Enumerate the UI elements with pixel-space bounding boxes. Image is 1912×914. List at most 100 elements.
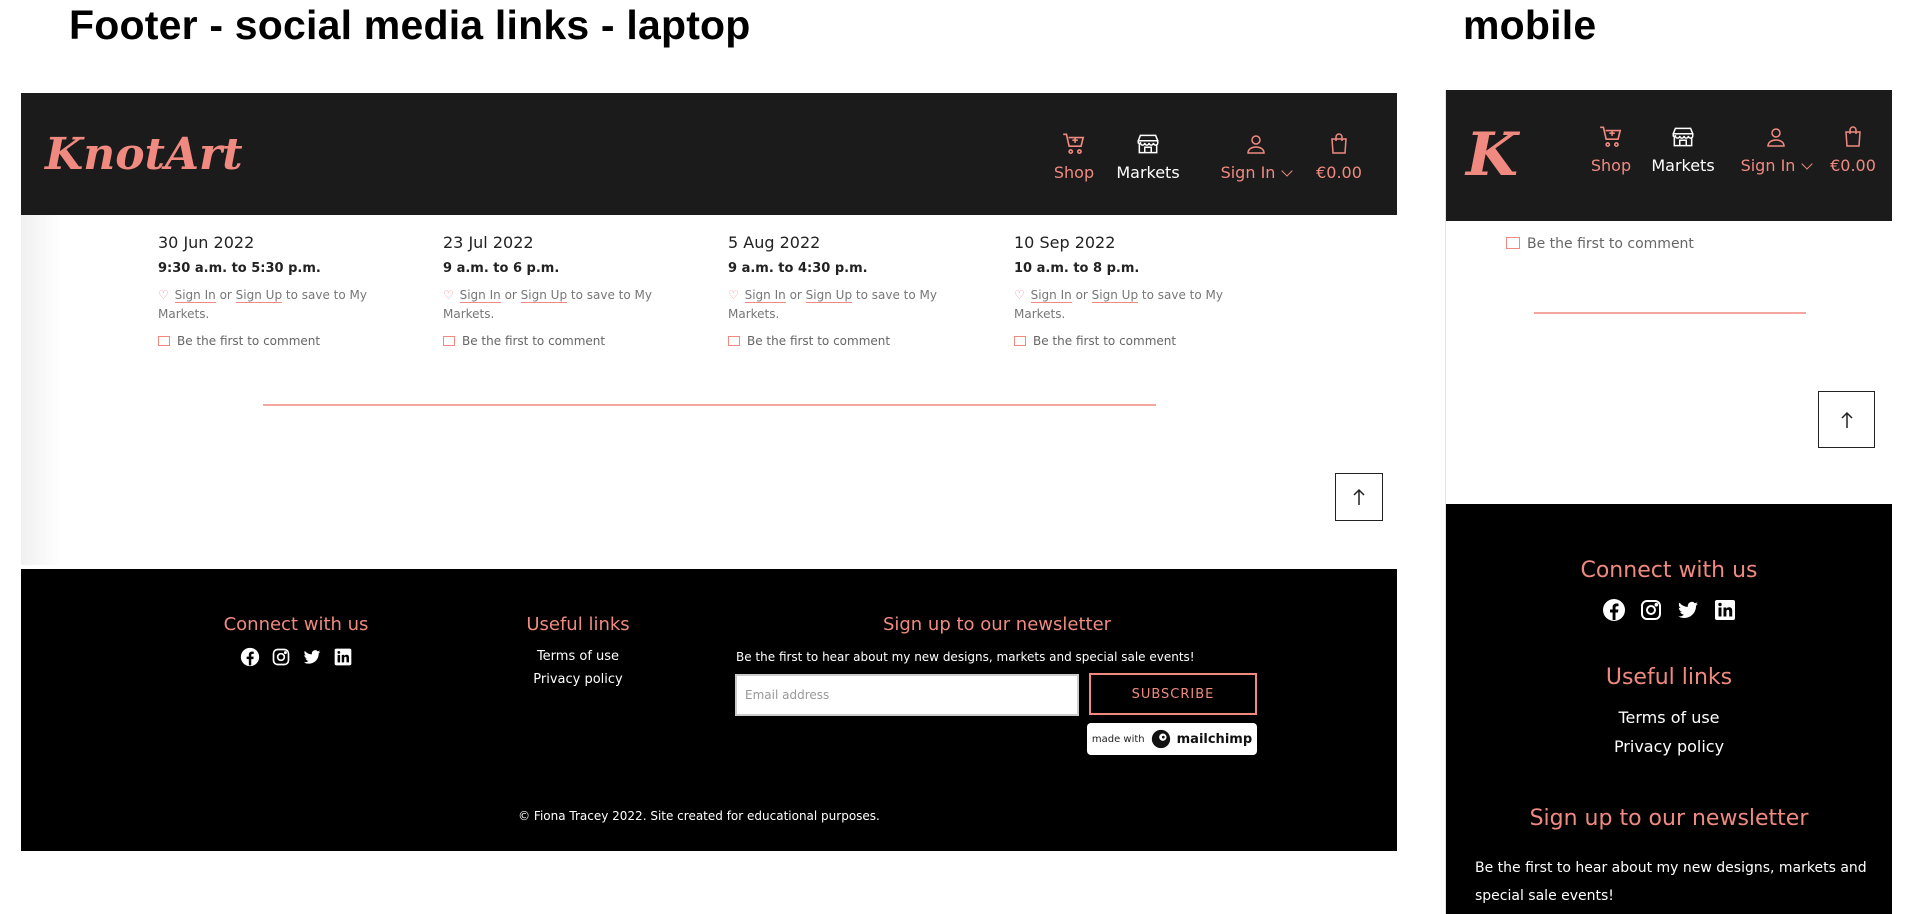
sign-up-link[interactable]: Sign Up [235,288,283,303]
newsletter-title: Sign up to our newsletter [1529,806,1809,831]
save-prompt: ♡ Sign In or Sign Up to save to My Marke… [1014,288,1223,321]
nav-shop[interactable]: Shop [1581,124,1641,175]
laptop-frame: KnotArt Shop Markets Sign In €0.00 30 Ju… [21,93,1397,851]
arrow-up-icon [1840,411,1853,428]
nav-markets-label: Markets [1116,163,1180,182]
store-icon [1672,127,1694,147]
facebook-icon[interactable] [240,647,260,667]
top-navbar-mobile: K Shop Markets Sign In €0.00 [1446,90,1892,221]
nav-sign-in[interactable]: Sign In [1721,124,1831,175]
instagram-icon[interactable] [271,647,291,667]
useful-links-section: Useful links Terms of use Privacy policy [493,614,663,687]
subscribe-button[interactable]: SUBSCRIBE [1089,673,1257,715]
nav-cart-total: €0.00 [1830,156,1876,175]
linkedin-icon[interactable] [333,647,353,667]
heart-icon[interactable]: ♡ [443,288,454,302]
sign-in-link[interactable]: Sign In [744,288,786,303]
heart-icon[interactable]: ♡ [728,288,739,302]
event-date: 10 Sep 2022 [1014,233,1116,252]
event-date: 30 Jun 2022 [158,233,255,252]
arrow-up-icon [1353,488,1365,505]
site-footer-mobile: Connect with us Useful links Terms of us… [1446,504,1892,914]
event-card: 10 Sep 2022 10 a.m. to 8 p.m. ♡ Sign In … [1014,233,1264,348]
twitter-icon[interactable] [1676,598,1700,622]
shopping-bag-icon [1845,126,1861,147]
user-icon [1767,128,1785,147]
heart-icon[interactable]: ♡ [1014,288,1025,302]
privacy-link[interactable]: Privacy policy [493,672,663,687]
nav-sign-in-label: Sign In [1220,163,1276,182]
cart-icon [1063,133,1085,155]
sign-up-link[interactable]: Sign Up [1091,288,1139,303]
event-date: 23 Jul 2022 [443,233,534,252]
event-card: 5 Aug 2022 9 a.m. to 4:30 p.m. ♡ Sign In… [728,233,978,348]
nav-sign-in-label: Sign In [1740,156,1796,175]
sign-up-link[interactable]: Sign Up [805,288,853,303]
comment-icon [1014,336,1026,346]
mobile-frame: K Shop Markets Sign In €0.00 Be the firs… [1445,90,1892,914]
mailchimp-made-with: made with [1091,733,1145,745]
save-prompt: ♡ Sign In or Sign Up to save to My Marke… [728,288,937,321]
mailchimp-logo-icon [1151,729,1170,749]
nav-markets[interactable]: Markets [1646,124,1720,175]
comment-prompt[interactable]: Be the first to comment [1506,236,1694,252]
connect-title: Connect with us [1580,558,1758,583]
privacy-link[interactable]: Privacy policy [1446,737,1892,756]
nav-shop-label: Shop [1053,163,1095,182]
facebook-icon[interactable] [1602,598,1626,622]
terms-link[interactable]: Terms of use [1446,708,1892,727]
nav-cart[interactable]: €0.00 [1299,131,1379,182]
event-time: 10 a.m. to 8 p.m. [1014,261,1140,276]
useful-links-title: Useful links [1605,665,1733,690]
section-divider [263,404,1156,406]
social-links [196,647,396,667]
newsletter-section: Sign up to our newsletter Be the first t… [733,614,1273,664]
social-links [1446,598,1892,622]
comment-prompt[interactable]: Be the first to comment [728,334,978,348]
comment-icon [158,336,170,346]
connect-title: Connect with us [223,614,369,635]
instagram-icon[interactable] [1639,598,1663,622]
brand-logo-mobile[interactable]: K [1466,120,1518,190]
back-to-top-button[interactable] [1335,473,1383,521]
useful-links-title: Useful links [526,614,630,635]
nav-shop-label: Shop [1590,156,1632,175]
nav-cart[interactable]: €0.00 [1816,124,1890,175]
comment-prompt[interactable]: Be the first to comment [158,334,408,348]
email-input[interactable]: Email address [735,674,1079,716]
twitter-icon[interactable] [302,647,322,667]
newsletter-title: Sign up to our newsletter [882,614,1112,635]
top-navbar: KnotArt Shop Markets Sign In €0.00 [21,93,1397,215]
back-to-top-button[interactable] [1818,391,1875,448]
nav-markets-label: Markets [1651,156,1715,175]
sign-in-link[interactable]: Sign In [174,288,216,303]
linkedin-icon[interactable] [1713,598,1737,622]
nav-shop[interactable]: Shop [1044,131,1104,182]
comment-icon [728,336,740,346]
comment-prompt[interactable]: Be the first to comment [1014,334,1264,348]
nav-markets[interactable]: Markets [1111,131,1185,182]
connect-section: Connect with us [196,614,396,667]
event-card: 23 Jul 2022 9 a.m. to 6 p.m. ♡ Sign In o… [443,233,693,348]
sign-in-link[interactable]: Sign In [1030,288,1072,303]
mailchimp-name: mailchimp [1176,731,1253,747]
event-date: 5 Aug 2022 [728,233,821,252]
terms-link[interactable]: Terms of use [493,649,663,664]
shopping-bag-icon [1331,133,1347,154]
save-prompt: ♡ Sign In or Sign Up to save to My Marke… [443,288,652,321]
event-time: 9 a.m. to 4:30 p.m. [728,261,868,276]
sign-up-link[interactable]: Sign Up [520,288,568,303]
brand-logo[interactable]: KnotArt [45,129,243,180]
newsletter-description: Be the first to hear about my new design… [736,650,1195,664]
event-time: 9 a.m. to 6 p.m. [443,261,560,276]
mailchimp-badge[interactable]: made with mailchimp [1087,723,1257,755]
section-divider [1534,312,1806,314]
event-time: 9:30 a.m. to 5:30 p.m. [158,261,321,276]
comment-icon [443,336,455,346]
nav-sign-in[interactable]: Sign In [1201,131,1311,182]
event-card: 30 Jun 2022 9:30 a.m. to 5:30 p.m. ♡ Sig… [158,233,408,348]
site-footer: Connect with us Useful links Terms of us… [21,569,1397,851]
sign-in-link[interactable]: Sign In [459,288,501,303]
heart-icon[interactable]: ♡ [158,288,169,302]
comment-prompt[interactable]: Be the first to comment [443,334,693,348]
